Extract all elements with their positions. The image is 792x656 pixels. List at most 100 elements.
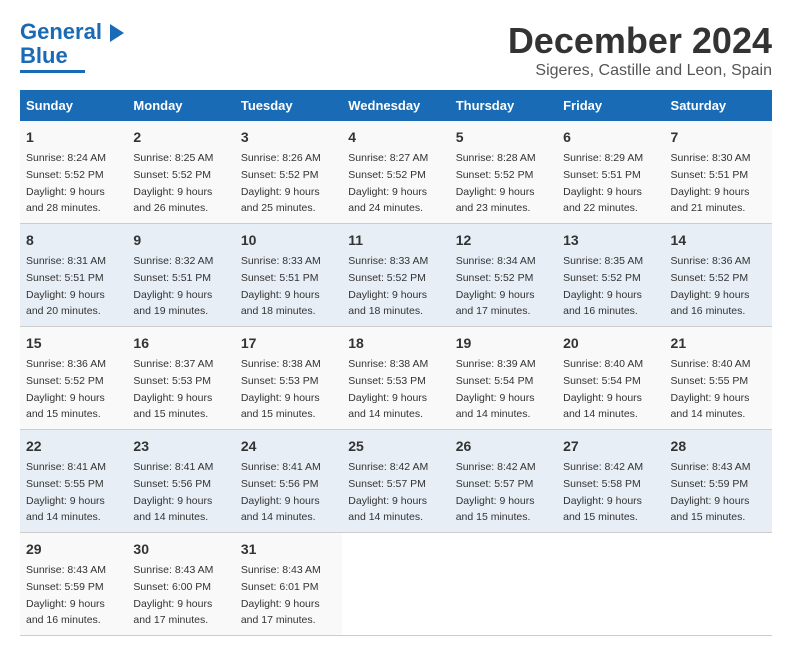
day-number: 4 [348,127,443,148]
day-number: 31 [241,539,336,560]
calendar-cell: 30 Sunrise: 8:43 AMSunset: 6:00 PMDaylig… [127,533,234,636]
day-number: 16 [133,333,228,354]
month-title: December 2024 [508,20,772,62]
calendar-cell: 11 Sunrise: 8:33 AMSunset: 5:52 PMDaylig… [342,224,449,327]
calendar-cell: 3 Sunrise: 8:26 AMSunset: 5:52 PMDayligh… [235,121,342,224]
logo-blue-text: Blue [20,44,68,68]
calendar-week-4: 22 Sunrise: 8:41 AMSunset: 5:55 PMDaylig… [20,430,772,533]
calendar-cell: 18 Sunrise: 8:38 AMSunset: 5:53 PMDaylig… [342,327,449,430]
calendar-cell: 4 Sunrise: 8:27 AMSunset: 5:52 PMDayligh… [342,121,449,224]
day-number: 10 [241,230,336,251]
header: General Blue December 2024 Sigeres, Cast… [20,20,772,80]
calendar-table: SundayMondayTuesdayWednesdayThursdayFrid… [20,90,772,636]
calendar-cell: 28 Sunrise: 8:43 AMSunset: 5:59 PMDaylig… [665,430,772,533]
day-number: 27 [563,436,658,457]
calendar-cell [665,533,772,636]
logo-underline [20,70,85,73]
day-info: Sunrise: 8:33 AMSunset: 5:51 PMDaylight:… [241,255,321,317]
day-info: Sunrise: 8:25 AMSunset: 5:52 PMDaylight:… [133,152,213,214]
day-number: 11 [348,230,443,251]
day-info: Sunrise: 8:43 AMSunset: 6:01 PMDaylight:… [241,564,321,626]
day-number: 19 [456,333,551,354]
calendar-cell: 27 Sunrise: 8:42 AMSunset: 5:58 PMDaylig… [557,430,664,533]
day-number: 3 [241,127,336,148]
day-number: 1 [26,127,121,148]
day-info: Sunrise: 8:38 AMSunset: 5:53 PMDaylight:… [348,358,428,420]
day-number: 13 [563,230,658,251]
day-info: Sunrise: 8:24 AMSunset: 5:52 PMDaylight:… [26,152,106,214]
calendar-cell: 20 Sunrise: 8:40 AMSunset: 5:54 PMDaylig… [557,327,664,430]
calendar-week-1: 1 Sunrise: 8:24 AMSunset: 5:52 PMDayligh… [20,121,772,224]
day-info: Sunrise: 8:27 AMSunset: 5:52 PMDaylight:… [348,152,428,214]
day-number: 20 [563,333,658,354]
calendar-cell: 21 Sunrise: 8:40 AMSunset: 5:55 PMDaylig… [665,327,772,430]
calendar-cell: 17 Sunrise: 8:38 AMSunset: 5:53 PMDaylig… [235,327,342,430]
day-number: 21 [671,333,766,354]
calendar-cell: 23 Sunrise: 8:41 AMSunset: 5:56 PMDaylig… [127,430,234,533]
day-number: 9 [133,230,228,251]
col-header-monday: Monday [127,90,234,121]
day-info: Sunrise: 8:32 AMSunset: 5:51 PMDaylight:… [133,255,213,317]
calendar-cell: 7 Sunrise: 8:30 AMSunset: 5:51 PMDayligh… [665,121,772,224]
day-info: Sunrise: 8:41 AMSunset: 5:55 PMDaylight:… [26,461,106,523]
day-number: 2 [133,127,228,148]
day-info: Sunrise: 8:26 AMSunset: 5:52 PMDaylight:… [241,152,321,214]
col-header-tuesday: Tuesday [235,90,342,121]
day-number: 17 [241,333,336,354]
day-number: 15 [26,333,121,354]
calendar-cell: 16 Sunrise: 8:37 AMSunset: 5:53 PMDaylig… [127,327,234,430]
day-info: Sunrise: 8:43 AMSunset: 5:59 PMDaylight:… [671,461,751,523]
day-number: 28 [671,436,766,457]
calendar-cell: 12 Sunrise: 8:34 AMSunset: 5:52 PMDaylig… [450,224,557,327]
day-info: Sunrise: 8:42 AMSunset: 5:57 PMDaylight:… [456,461,536,523]
day-info: Sunrise: 8:38 AMSunset: 5:53 PMDaylight:… [241,358,321,420]
calendar-cell: 24 Sunrise: 8:41 AMSunset: 5:56 PMDaylig… [235,430,342,533]
day-number: 6 [563,127,658,148]
day-info: Sunrise: 8:37 AMSunset: 5:53 PMDaylight:… [133,358,213,420]
calendar-cell: 25 Sunrise: 8:42 AMSunset: 5:57 PMDaylig… [342,430,449,533]
col-header-thursday: Thursday [450,90,557,121]
calendar-cell: 19 Sunrise: 8:39 AMSunset: 5:54 PMDaylig… [450,327,557,430]
calendar-cell: 2 Sunrise: 8:25 AMSunset: 5:52 PMDayligh… [127,121,234,224]
day-info: Sunrise: 8:40 AMSunset: 5:55 PMDaylight:… [671,358,751,420]
day-info: Sunrise: 8:29 AMSunset: 5:51 PMDaylight:… [563,152,643,214]
calendar-cell: 29 Sunrise: 8:43 AMSunset: 5:59 PMDaylig… [20,533,127,636]
day-number: 5 [456,127,551,148]
calendar-cell: 1 Sunrise: 8:24 AMSunset: 5:52 PMDayligh… [20,121,127,224]
calendar-cell: 5 Sunrise: 8:28 AMSunset: 5:52 PMDayligh… [450,121,557,224]
title-section: December 2024 Sigeres, Castille and Leon… [508,20,772,80]
header-row: SundayMondayTuesdayWednesdayThursdayFrid… [20,90,772,121]
day-info: Sunrise: 8:34 AMSunset: 5:52 PMDaylight:… [456,255,536,317]
calendar-cell: 10 Sunrise: 8:33 AMSunset: 5:51 PMDaylig… [235,224,342,327]
col-header-friday: Friday [557,90,664,121]
col-header-sunday: Sunday [20,90,127,121]
day-number: 26 [456,436,551,457]
calendar-cell: 14 Sunrise: 8:36 AMSunset: 5:52 PMDaylig… [665,224,772,327]
day-info: Sunrise: 8:36 AMSunset: 5:52 PMDaylight:… [26,358,106,420]
day-info: Sunrise: 8:30 AMSunset: 5:51 PMDaylight:… [671,152,751,214]
day-number: 29 [26,539,121,560]
day-number: 7 [671,127,766,148]
calendar-cell [450,533,557,636]
calendar-cell: 6 Sunrise: 8:29 AMSunset: 5:51 PMDayligh… [557,121,664,224]
calendar-week-3: 15 Sunrise: 8:36 AMSunset: 5:52 PMDaylig… [20,327,772,430]
calendar-cell: 9 Sunrise: 8:32 AMSunset: 5:51 PMDayligh… [127,224,234,327]
day-number: 30 [133,539,228,560]
location-title: Sigeres, Castille and Leon, Spain [508,62,772,80]
calendar-week-2: 8 Sunrise: 8:31 AMSunset: 5:51 PMDayligh… [20,224,772,327]
day-info: Sunrise: 8:40 AMSunset: 5:54 PMDaylight:… [563,358,643,420]
calendar-cell [342,533,449,636]
day-number: 23 [133,436,228,457]
day-info: Sunrise: 8:41 AMSunset: 5:56 PMDaylight:… [241,461,321,523]
day-number: 22 [26,436,121,457]
day-number: 18 [348,333,443,354]
calendar-week-5: 29 Sunrise: 8:43 AMSunset: 5:59 PMDaylig… [20,533,772,636]
calendar-cell: 26 Sunrise: 8:42 AMSunset: 5:57 PMDaylig… [450,430,557,533]
day-info: Sunrise: 8:42 AMSunset: 5:57 PMDaylight:… [348,461,428,523]
day-number: 14 [671,230,766,251]
day-info: Sunrise: 8:28 AMSunset: 5:52 PMDaylight:… [456,152,536,214]
col-header-wednesday: Wednesday [342,90,449,121]
day-info: Sunrise: 8:36 AMSunset: 5:52 PMDaylight:… [671,255,751,317]
day-info: Sunrise: 8:39 AMSunset: 5:54 PMDaylight:… [456,358,536,420]
calendar-cell: 8 Sunrise: 8:31 AMSunset: 5:51 PMDayligh… [20,224,127,327]
